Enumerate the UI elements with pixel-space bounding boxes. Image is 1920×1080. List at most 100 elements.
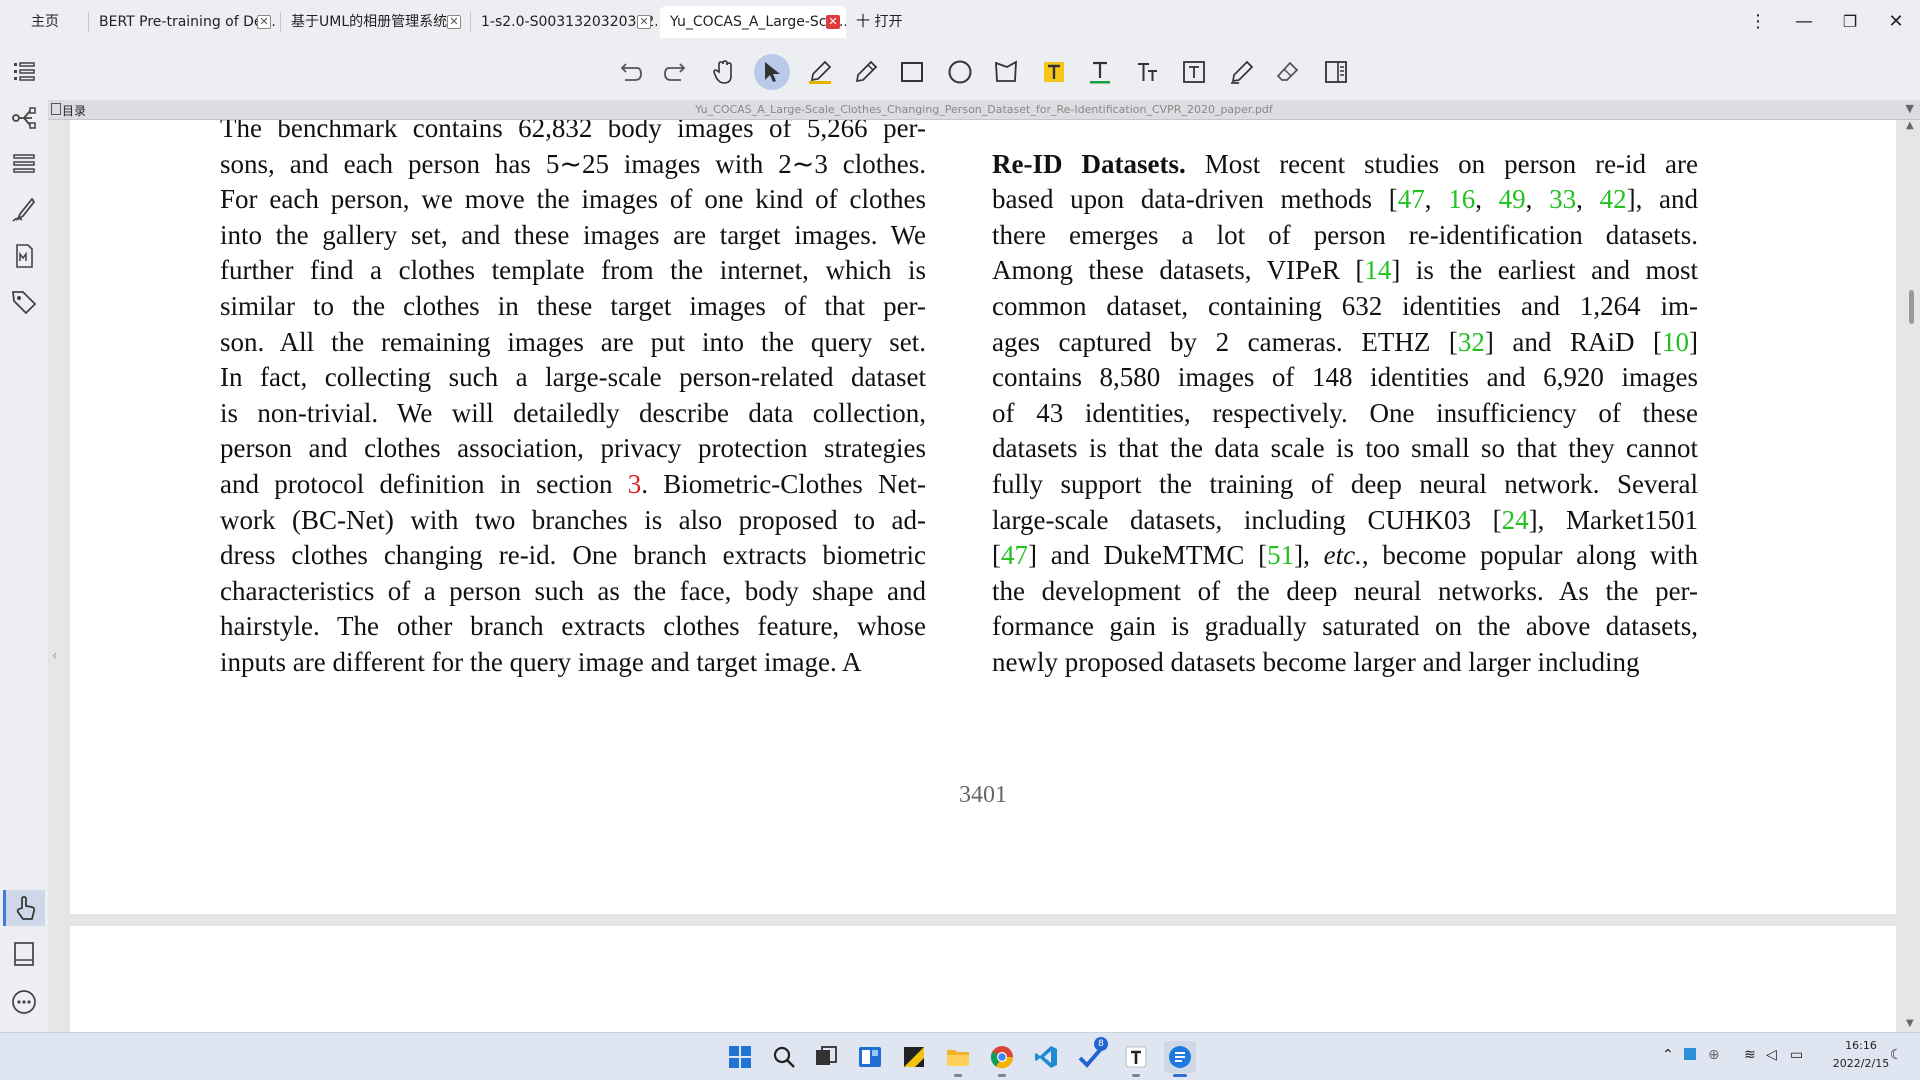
textbox-button[interactable] bbox=[1176, 54, 1212, 90]
text-span: based upon data-driven methods [ bbox=[992, 184, 1398, 215]
citation-link[interactable]: 42 bbox=[1600, 184, 1627, 214]
tab-home[interactable]: 主页 bbox=[10, 6, 80, 38]
vertical-scrollbar[interactable]: ▲ ▼ bbox=[1902, 120, 1920, 1032]
wifi-icon[interactable]: ≋ bbox=[1744, 1047, 1756, 1063]
vscode-button[interactable] bbox=[1030, 1041, 1062, 1073]
citation-link[interactable]: 33 bbox=[1549, 184, 1576, 214]
section-link[interactable]: 3 bbox=[628, 469, 642, 499]
ellipse-button[interactable] bbox=[942, 54, 978, 90]
tab-close-icon[interactable]: ✕ bbox=[447, 15, 461, 29]
menu-icon[interactable]: ⋮ bbox=[1738, 8, 1778, 36]
text-span: , bbox=[1576, 184, 1600, 215]
citation-link[interactable]: 47 bbox=[1001, 540, 1028, 570]
tab-close-icon[interactable]: ✕ bbox=[826, 15, 840, 29]
citation-link[interactable]: 24 bbox=[1502, 505, 1529, 535]
text-highlight-button[interactable] bbox=[1036, 54, 1072, 90]
typora-button[interactable] bbox=[1120, 1041, 1152, 1077]
text-line: into the gallery set, and these images a… bbox=[220, 218, 926, 254]
list-icon bbox=[13, 154, 35, 173]
collapse-sidebar-icon[interactable]: ‹ bbox=[52, 648, 58, 664]
text-span: common dataset, containing 632 identitie… bbox=[992, 290, 1698, 321]
tab-close-icon[interactable]: ✕ bbox=[637, 15, 651, 29]
todo-button[interactable]: 8 bbox=[1074, 1037, 1108, 1073]
text-span: further find a clothes template from the… bbox=[220, 255, 926, 286]
polygon-button[interactable] bbox=[988, 54, 1024, 90]
text-line: In fact, collecting such a large-scale p… bbox=[220, 360, 926, 396]
document-viewer[interactable]: ‹ The benchmark contains 62,832 body ima… bbox=[48, 120, 1920, 1032]
panel-toggle-button[interactable] bbox=[1318, 54, 1354, 90]
tab-bert[interactable]: BERT Pre-training of De... ✕ bbox=[89, 6, 277, 38]
widgets-icon bbox=[859, 1047, 881, 1067]
outline-button[interactable] bbox=[6, 54, 42, 90]
panel-toggle-icon bbox=[1325, 61, 1347, 83]
start-button[interactable] bbox=[724, 1041, 756, 1073]
text-span: and protocol definition in section bbox=[220, 468, 628, 499]
notification-moon-icon[interactable]: ☾ bbox=[1890, 1047, 1903, 1063]
hand-mode-button[interactable] bbox=[3, 890, 45, 926]
tab-uml[interactable]: 基于UML的相册管理系统... ✕ bbox=[281, 6, 467, 38]
close-window-button[interactable]: ✕ bbox=[1876, 8, 1916, 36]
text-underline-button[interactable] bbox=[1082, 54, 1118, 90]
text-span: Most recent studies on person re-id are bbox=[1185, 148, 1698, 179]
tab-close-icon[interactable]: ✕ bbox=[257, 15, 271, 29]
text-span: is non-trivial. We will detailedly descr… bbox=[220, 397, 926, 428]
minimize-button[interactable]: — bbox=[1784, 8, 1824, 36]
eraser-pen-button[interactable] bbox=[1224, 54, 1260, 90]
volume-icon[interactable]: ◁ bbox=[1766, 1047, 1777, 1063]
new-tab-button[interactable]: 十 打开 bbox=[856, 6, 902, 38]
scroll-thumb[interactable] bbox=[1909, 290, 1914, 324]
redo-button[interactable] bbox=[658, 54, 694, 90]
scroll-up-icon[interactable]: ▲ bbox=[1906, 120, 1914, 131]
pdf-reader-icon bbox=[1169, 1046, 1191, 1068]
scroll-down-icon[interactable]: ▼ bbox=[1906, 1018, 1914, 1029]
text-line: similar to the clothes in these target i… bbox=[220, 289, 926, 325]
highlighter-button[interactable] bbox=[802, 54, 838, 90]
sticky-notes-button[interactable] bbox=[898, 1041, 930, 1073]
text-span: Among these datasets, VIPeR [ bbox=[992, 255, 1365, 286]
ime-icon[interactable]: ⊕ bbox=[1708, 1047, 1720, 1063]
chevron-down-icon[interactable]: ▼ bbox=[1906, 102, 1914, 115]
signature-button[interactable] bbox=[6, 192, 42, 228]
chrome-button[interactable] bbox=[986, 1041, 1018, 1077]
more-button[interactable] bbox=[6, 984, 42, 1020]
file-explorer-button[interactable] bbox=[942, 1041, 974, 1077]
citation-link[interactable]: 10 bbox=[1662, 327, 1689, 357]
select-tool-button[interactable] bbox=[754, 54, 790, 90]
citation-link[interactable]: 49 bbox=[1499, 184, 1526, 214]
eraser-button[interactable] bbox=[1270, 54, 1306, 90]
citation-link[interactable]: 16 bbox=[1448, 184, 1475, 214]
list-button[interactable] bbox=[6, 146, 42, 182]
widgets-button[interactable] bbox=[854, 1041, 886, 1073]
tab-cocas[interactable]: Yu_COCAS_A_Large-Scal... ✕ bbox=[660, 6, 846, 38]
tab-s0031[interactable]: 1-s2.0-S0031320320302... ✕ bbox=[471, 6, 657, 38]
text-span: the development of the deep neural netwo… bbox=[992, 575, 1698, 606]
search-button[interactable] bbox=[768, 1041, 800, 1073]
text-span: sons, and each person has 5∼25 images wi… bbox=[220, 148, 926, 179]
citation-link[interactable]: 47 bbox=[1398, 184, 1425, 214]
citation-link[interactable]: 32 bbox=[1458, 327, 1485, 357]
pdf-reader-button[interactable] bbox=[1164, 1041, 1196, 1077]
text-line: and protocol definition in section 3. Bi… bbox=[220, 467, 926, 503]
tag-button[interactable] bbox=[6, 284, 42, 320]
tray-app-icon[interactable] bbox=[1684, 1048, 1696, 1060]
mindmap-button[interactable] bbox=[6, 100, 42, 136]
pencil-button[interactable] bbox=[848, 54, 884, 90]
outline-icon bbox=[14, 62, 35, 81]
citation-link[interactable]: 51 bbox=[1267, 540, 1294, 570]
citation-link[interactable]: 14 bbox=[1364, 255, 1391, 285]
battery-icon[interactable]: ▭ bbox=[1790, 1047, 1803, 1063]
restore-button[interactable]: ❐ bbox=[1830, 8, 1870, 36]
hand-tool-button[interactable] bbox=[706, 54, 742, 90]
text-insert-button[interactable] bbox=[1130, 54, 1166, 90]
undo-button[interactable] bbox=[612, 54, 648, 90]
rectangle-button[interactable] bbox=[894, 54, 930, 90]
text-span: ] is the earliest and most bbox=[1391, 255, 1699, 286]
hand-mode-icon bbox=[16, 896, 35, 920]
text-line: characteristics of a person such as the … bbox=[220, 574, 926, 610]
text-line: fully support the training of deep neura… bbox=[992, 467, 1698, 503]
chevron-up-icon[interactable]: ⌃ bbox=[1662, 1047, 1674, 1063]
book-button[interactable] bbox=[6, 936, 42, 972]
markdown-button[interactable] bbox=[6, 238, 42, 274]
task-view-button[interactable] bbox=[810, 1041, 842, 1073]
text-span: , bbox=[1424, 184, 1449, 215]
